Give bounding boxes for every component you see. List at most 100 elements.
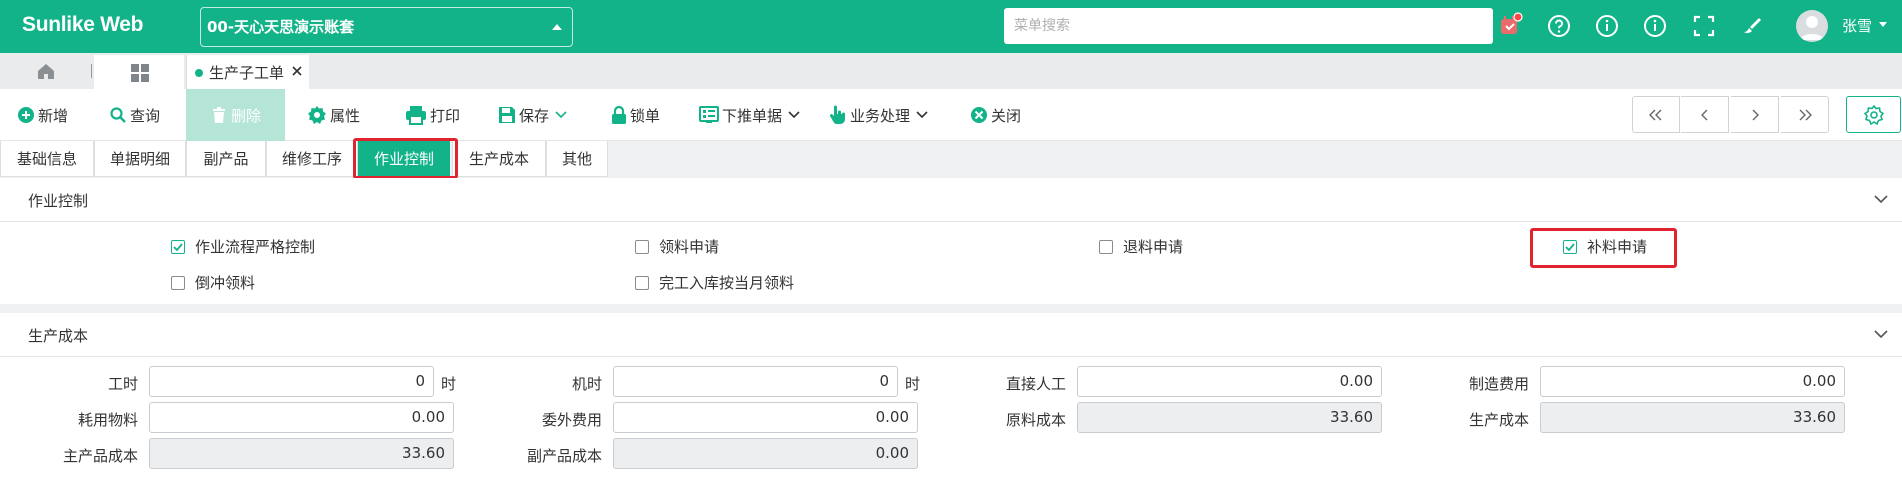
new-button[interactable]: 新增 [17, 89, 68, 141]
lock-button[interactable]: 锁单 [611, 89, 660, 141]
menu-search-input[interactable] [1004, 8, 1493, 44]
label-raw-material-cost: 原料成本 [1005, 411, 1066, 429]
tab-basic-info[interactable]: 基础信息 [0, 141, 94, 177]
main-product-cost-field: 33.60 [149, 438, 454, 469]
work-control-header[interactable]: 作业控制 [0, 178, 1902, 222]
label-machine-hours: 机时 [571, 375, 602, 393]
checkbox-backflush[interactable]: 倒冲领料 [171, 272, 255, 293]
properties-button[interactable]: 属性 [307, 89, 360, 141]
notification-button[interactable] [1496, 12, 1524, 40]
work-control-title: 作业控制 [28, 192, 89, 210]
toolbar: 新增 查询 删除 属性 打印 保存 锁单 下推单据 业务处理 关闭 [0, 89, 1902, 141]
production-cost-panel: 生产成本 工时 0 时 机时 0 时 直接人工 0.00 制造费用 0.00 耗… [0, 313, 1902, 477]
label-direct-labor: 直接人工 [1005, 375, 1066, 393]
push-down-button[interactable]: 下推单据 [699, 89, 800, 141]
account-name: 00-天心天思演示账套 [207, 18, 355, 36]
chevron-right-icon [1752, 109, 1759, 120]
user-name[interactable]: 张雪 [1842, 15, 1872, 36]
unit-hours: 时 [905, 375, 921, 393]
query-button[interactable]: 查询 [109, 89, 160, 141]
avatar[interactable] [1796, 10, 1828, 42]
label-by-product-cost: 副产品成本 [526, 447, 602, 465]
label-labor-hours: 工时 [107, 375, 138, 393]
production-cost-field: 33.60 [1540, 402, 1845, 433]
tab-production-cost[interactable]: 生产成本 [452, 141, 546, 177]
tab-repair-process[interactable]: 维修工序 [266, 141, 358, 177]
label-outsourcing-cost: 委外费用 [541, 411, 602, 429]
close-icon[interactable] [291, 65, 303, 77]
unit-hours: 时 [441, 375, 457, 393]
account-selector[interactable]: 00-天心天思演示账套 [200, 7, 573, 47]
info-button[interactable] [1593, 12, 1621, 40]
hand-pointer-icon [829, 105, 845, 124]
labor-hours-input[interactable]: 0 [149, 366, 434, 397]
double-chevron-right-icon [1799, 109, 1812, 120]
manufacturing-overhead-input[interactable]: 0.00 [1540, 366, 1845, 397]
consumed-materials-input[interactable]: 0.00 [149, 402, 454, 433]
check-icon [173, 242, 183, 251]
document-list-icon [699, 106, 719, 123]
info-circle-icon [1644, 15, 1666, 37]
checkbox-completion-by-month[interactable]: 完工入库按当月领料 [635, 272, 794, 293]
last-record-button[interactable] [1781, 96, 1829, 133]
tab-home[interactable] [0, 53, 92, 89]
checkbox-unchecked[interactable] [1099, 239, 1113, 254]
next-record-button[interactable] [1731, 96, 1779, 133]
production-cost-header[interactable]: 生产成本 [0, 313, 1902, 357]
checkbox-material-requisition[interactable]: 领料申请 [635, 236, 719, 257]
chevron-left-icon [1700, 109, 1707, 120]
chevron-down-icon [788, 111, 800, 119]
close-button[interactable]: 关闭 [970, 89, 1021, 141]
checkbox-strict-process-control[interactable]: 作业流程严格控制 [171, 236, 315, 257]
save-icon [499, 107, 515, 123]
checkbox-material-return[interactable]: 退料申请 [1099, 236, 1183, 257]
print-button[interactable]: 打印 [405, 89, 460, 141]
business-process-button[interactable]: 业务处理 [829, 89, 928, 141]
calendar-bell-icon [1501, 12, 1523, 34]
user-avatar-icon [1800, 16, 1824, 40]
fullscreen-button[interactable] [1690, 12, 1718, 40]
tab-document-detail[interactable]: 单据明细 [94, 141, 186, 177]
search-icon [110, 107, 126, 123]
brush-icon [1744, 18, 1761, 34]
settings-button[interactable] [1846, 96, 1901, 133]
label-production-cost: 生产成本 [1468, 411, 1529, 429]
tab-grid[interactable] [94, 55, 184, 89]
printer-icon [406, 106, 426, 125]
previous-record-button[interactable] [1681, 96, 1729, 133]
checkbox-unchecked[interactable] [171, 275, 185, 290]
skin-button[interactable] [1738, 12, 1766, 40]
checkbox-unchecked[interactable] [635, 275, 649, 290]
raw-material-cost-field: 33.60 [1077, 402, 1382, 433]
checkbox-unchecked[interactable] [635, 239, 649, 254]
gear-icon [1863, 104, 1884, 125]
close-circle-icon [971, 107, 987, 123]
tab-by-products[interactable]: 副产品 [186, 141, 266, 177]
outsourcing-cost-input[interactable]: 0.00 [613, 402, 918, 433]
highlight-annotation [1530, 228, 1677, 268]
brand-logo: Sunlike Web [22, 13, 144, 36]
label-manufacturing-overhead: 制造费用 [1468, 375, 1529, 393]
chevron-down-icon [1879, 22, 1887, 27]
chevron-down-icon[interactable] [1874, 329, 1888, 339]
section-tabs: 基础信息 单据明细 副产品 维修工序 作业控制 生产成本 其他 [0, 141, 1902, 178]
tab-production-sub-order[interactable]: 生产子工单 [186, 55, 309, 89]
info-icon [1596, 15, 1618, 37]
gear-icon [308, 106, 326, 124]
double-chevron-left-icon [1649, 109, 1662, 120]
by-product-cost-field: 0.00 [613, 438, 918, 469]
checkbox-checked[interactable] [171, 239, 185, 254]
tab-other[interactable]: 其他 [546, 141, 608, 177]
tab-label: 生产子工单 [209, 64, 285, 82]
machine-hours-input[interactable]: 0 [613, 366, 898, 397]
delete-button[interactable]: 删除 [186, 89, 285, 141]
active-dot-icon [195, 69, 203, 77]
home-icon [38, 64, 54, 79]
help-button[interactable] [1545, 12, 1573, 40]
first-record-button[interactable] [1632, 96, 1680, 133]
about-button[interactable] [1641, 12, 1669, 40]
direct-labor-input[interactable]: 0.00 [1077, 366, 1382, 397]
chevron-down-icon[interactable] [1874, 194, 1888, 204]
save-button[interactable]: 保存 [498, 89, 567, 141]
label-consumed-materials: 耗用物料 [77, 411, 138, 429]
